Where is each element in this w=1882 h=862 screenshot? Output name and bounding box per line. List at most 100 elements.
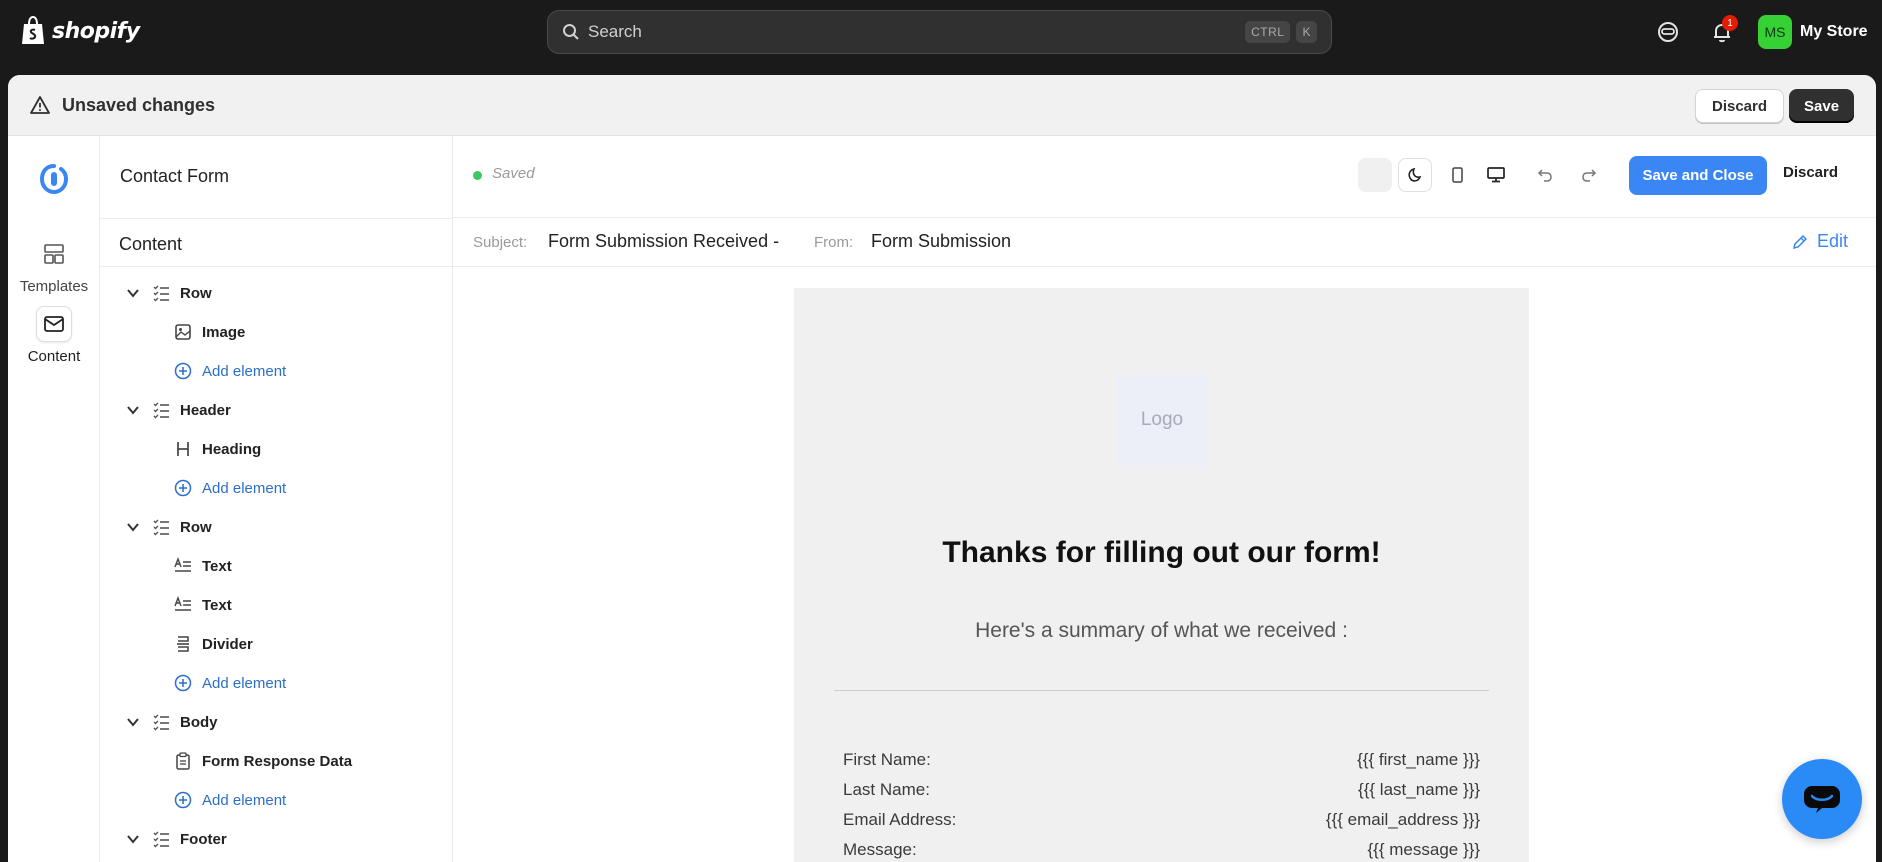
unsaved-changes-bar: Unsaved changes Discard Save: [8, 75, 1876, 136]
tree-item-image[interactable]: Image: [174, 323, 245, 341]
form-field-row[interactable]: Email Address: {{{ email_address }}}: [843, 810, 1480, 830]
tree-label: Text: [202, 557, 232, 575]
field-label: First Name:: [843, 750, 931, 769]
form-field-row[interactable]: Last Name: {{{ last_name }}}: [843, 780, 1480, 800]
chat-launcher-button[interactable]: [1782, 759, 1862, 839]
tree-label: Row: [180, 518, 212, 536]
search-bar[interactable]: Search CTRL K: [547, 10, 1332, 54]
tree-label: Form Response Data: [202, 752, 353, 770]
tree-label: Body: [180, 713, 218, 731]
list-tree-icon: [153, 519, 169, 536]
sidekick-icon[interactable]: [1656, 20, 1680, 44]
undo-button[interactable]: [1528, 158, 1562, 192]
image-icon: [175, 324, 191, 340]
subject-value: Form Submission Received -: [548, 231, 780, 251]
tree-item-heading[interactable]: Heading: [174, 440, 261, 458]
tree-item-text[interactable]: Text: [174, 557, 232, 575]
mobile-preview-button[interactable]: [1440, 158, 1474, 192]
warning-icon: [30, 96, 50, 114]
tree-group-footer[interactable]: Footer: [126, 830, 227, 848]
saved-status-dot: [473, 171, 482, 180]
plus-circle-icon: [174, 362, 192, 380]
add-element-button[interactable]: Add element: [174, 674, 286, 692]
brand-name: shopify: [52, 18, 140, 44]
templates-icon: [36, 236, 72, 272]
from-label: From:: [814, 234, 854, 251]
save-and-close-button[interactable]: Save and Close: [1629, 156, 1767, 195]
tree-label: Add element: [202, 479, 287, 497]
top-bar: shopify Search CTRL K 1 MS My Store: [0, 0, 1882, 66]
undo-icon: [1537, 169, 1552, 182]
editor-toolbar: Saved Save and Close Discard: [453, 136, 1876, 218]
store-menu[interactable]: MS My Store: [1758, 15, 1868, 49]
rail-item-templates[interactable]: Templates: [8, 236, 100, 295]
add-element-button[interactable]: Add element: [174, 479, 286, 497]
chevron-down-icon[interactable]: [126, 403, 140, 417]
clipboard-icon: [176, 752, 190, 770]
tree-group-body[interactable]: Body: [126, 713, 218, 731]
tree-item-form-response-data[interactable]: Form Response Data: [174, 752, 352, 770]
email-heading[interactable]: Thanks for filling out our form!: [794, 536, 1529, 570]
field-label: Email Address:: [843, 810, 957, 829]
tree-label: Footer: [180, 830, 227, 848]
field-value: {{{ message }}}: [1367, 840, 1481, 859]
tree-group-row[interactable]: Row: [126, 284, 212, 302]
add-element-button[interactable]: Add element: [174, 791, 286, 809]
rail-item-content[interactable]: Content: [8, 306, 100, 365]
discard-button[interactable]: Discard: [1695, 89, 1785, 123]
tree-item-divider[interactable]: Divider: [174, 635, 253, 653]
panel-title: Contact Form: [120, 166, 230, 186]
email-preview[interactable]: Logo Thanks for filling out our form! He…: [794, 288, 1529, 862]
add-element-button[interactable]: Add element: [174, 362, 286, 380]
chevron-down-icon[interactable]: [126, 832, 140, 846]
tree-label: Text: [202, 596, 232, 614]
rail-label-content: Content: [27, 348, 81, 365]
heading-icon: [177, 442, 189, 456]
redo-icon: [1582, 169, 1597, 182]
tree-group-header[interactable]: Header: [126, 401, 231, 419]
search-icon: [563, 24, 579, 40]
background-color-swatch[interactable]: [1358, 158, 1392, 192]
chevron-down-icon[interactable]: [126, 520, 140, 534]
tree-label: Add element: [202, 791, 287, 809]
mobile-icon: [1452, 167, 1463, 183]
email-editor: Saved Save and Close Discard Subject: Fo…: [453, 136, 1876, 862]
editor-discard-button[interactable]: Discard: [1783, 164, 1838, 181]
email-meta-bar: Subject: Form Submission Received - From…: [453, 218, 1876, 267]
list-tree-icon: [153, 831, 169, 848]
edit-label: Edit: [1817, 231, 1849, 251]
tree-group-row[interactable]: Row: [126, 518, 212, 536]
shortcut-modifier: CTRL: [1245, 21, 1291, 43]
tree-label: Add element: [202, 674, 287, 692]
redo-button[interactable]: [1572, 158, 1606, 192]
email-divider[interactable]: [834, 690, 1489, 691]
plus-circle-icon: [174, 674, 192, 692]
text-icon: [174, 596, 191, 611]
tree-item-text[interactable]: Text: [174, 596, 232, 614]
envelope-icon: [36, 306, 72, 342]
avatar: MS: [1758, 15, 1792, 49]
desktop-preview-button[interactable]: [1479, 158, 1513, 192]
field-label: Message:: [843, 840, 917, 859]
save-button[interactable]: Save: [1789, 89, 1855, 123]
plus-circle-icon: [174, 479, 192, 497]
tree-label: Header: [180, 401, 231, 419]
dark-mode-toggle[interactable]: [1398, 158, 1432, 192]
chat-icon: [1804, 786, 1840, 813]
app-logo-icon[interactable]: [39, 164, 69, 198]
email-subheading[interactable]: Here's a summary of what we received :: [794, 619, 1529, 643]
chevron-down-icon[interactable]: [126, 286, 140, 300]
tree-label: Heading: [202, 440, 262, 458]
form-field-row[interactable]: Message: {{{ message }}}: [843, 840, 1480, 860]
logo-placeholder[interactable]: Logo: [1116, 374, 1208, 466]
edit-meta-link[interactable]: Edit: [1791, 231, 1848, 252]
section-title: Content: [119, 234, 183, 254]
form-field-row[interactable]: First Name: {{{ first_name }}}: [843, 750, 1480, 770]
shopify-logo[interactable]: shopify: [20, 16, 140, 46]
list-tree-icon: [153, 402, 169, 419]
tree-label: Divider: [202, 635, 253, 653]
shopify-bag-icon: [22, 16, 44, 44]
field-label: Last Name:: [843, 780, 930, 799]
saved-status: Saved: [492, 165, 535, 182]
chevron-down-icon[interactable]: [126, 715, 140, 729]
